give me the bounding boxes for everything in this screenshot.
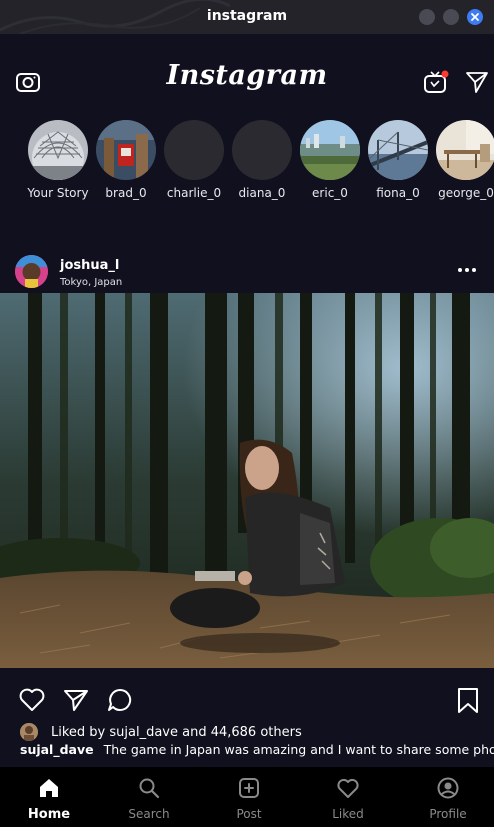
instagram-logo: Instagram [166, 60, 328, 91]
plus-square-icon [239, 778, 259, 798]
tab-label: Post [236, 807, 262, 821]
story-brad[interactable]: brad_0 [91, 120, 161, 200]
story-avatar [300, 120, 360, 180]
likes-text: Liked by sujal_dave and 44,686 others [51, 724, 302, 740]
tab-post[interactable]: Post [214, 767, 284, 827]
tab-label: Profile [429, 807, 467, 821]
story-george[interactable]: george_0 [431, 120, 494, 200]
post-author-avatar[interactable] [15, 255, 48, 288]
tab-profile[interactable]: Profile [413, 767, 483, 827]
close-button[interactable] [467, 9, 483, 25]
maximize-button[interactable] [443, 9, 459, 25]
tab-home[interactable]: Home [14, 767, 84, 827]
profile-icon [437, 777, 459, 799]
story-label: diana_0 [238, 186, 286, 200]
igtv-button[interactable] [423, 69, 449, 95]
story-charlie[interactable]: charlie_0 [159, 120, 229, 200]
caption-username[interactable]: sujal_dave [20, 742, 94, 757]
stories-row: Your Story brad_0 charlie_0 diana_0 eric… [0, 120, 494, 210]
instagram-app: Instagram Your Story brad_0 charlie_0 di… [0, 34, 494, 827]
likes-summary[interactable]: Liked by sujal_dave and 44,686 others [20, 722, 302, 742]
story-fiona[interactable]: fiona_0 [363, 120, 433, 200]
home-icon [40, 779, 58, 797]
notification-dot [441, 70, 449, 78]
story-avatar [96, 120, 156, 180]
post-location[interactable]: Tokyo, Japan [60, 277, 122, 288]
story-your-story[interactable]: Your Story [23, 120, 93, 200]
more-options-icon[interactable] [456, 262, 478, 278]
tab-label: Search [128, 807, 170, 821]
tab-search[interactable]: Search [114, 767, 184, 827]
app-header: Instagram [0, 34, 494, 124]
close-icon [471, 13, 479, 21]
story-diana[interactable]: diana_0 [227, 120, 297, 200]
like-icon[interactable] [18, 686, 46, 714]
story-avatar [232, 120, 292, 180]
story-eric[interactable]: eric_0 [295, 120, 365, 200]
story-avatar [164, 120, 224, 180]
comment-icon[interactable] [106, 686, 134, 714]
direct-message-button[interactable] [464, 69, 490, 95]
post-actions [0, 684, 494, 718]
post-caption: sujal_dave The game in Japan was amazing … [20, 742, 494, 757]
story-avatar [28, 120, 88, 180]
story-label: eric_0 [312, 186, 348, 200]
igtv-icon [424, 70, 449, 93]
post-username[interactable]: joshua_l [60, 258, 119, 273]
story-label: fiona_0 [376, 186, 420, 200]
search-icon [139, 778, 160, 799]
send-icon [466, 72, 488, 93]
story-label: brad_0 [105, 186, 147, 200]
tab-label: Liked [332, 807, 364, 821]
story-avatar [368, 120, 428, 180]
story-label: george_0 [438, 186, 494, 200]
bottom-tab-bar: Home Search Post Liked Profile [0, 767, 494, 827]
post-photo[interactable] [0, 293, 494, 668]
story-avatar [436, 120, 494, 180]
window-titlebar: instagram [0, 0, 494, 34]
story-label: Your Story [27, 186, 89, 200]
share-icon[interactable] [62, 686, 90, 714]
heart-icon [337, 778, 359, 798]
tab-liked[interactable]: Liked [313, 767, 383, 827]
bookmark-icon[interactable] [454, 686, 482, 714]
story-label: charlie_0 [166, 186, 222, 200]
tab-label: Home [27, 807, 71, 822]
post-header: joshua_l Tokyo, Japan [0, 252, 494, 292]
minimize-button[interactable] [419, 9, 435, 25]
liker-avatar [20, 723, 38, 741]
caption-text: The game in Japan was amazing and I want… [103, 742, 494, 757]
